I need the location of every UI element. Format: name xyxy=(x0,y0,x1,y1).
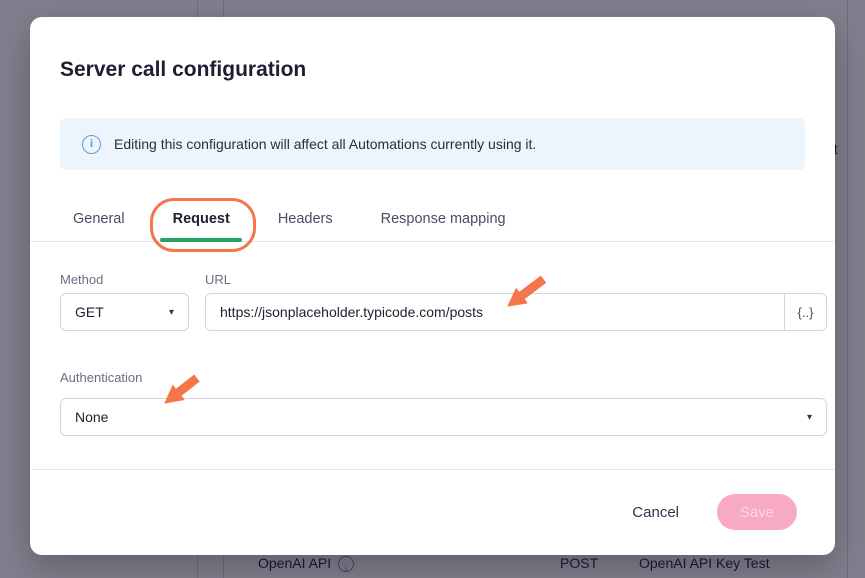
braces-icon: {..} xyxy=(798,305,814,320)
caret-down-icon: ▾ xyxy=(807,412,812,423)
tab-general[interactable]: General xyxy=(59,200,139,242)
tab-response-mapping[interactable]: Response mapping xyxy=(367,200,520,242)
cancel-button[interactable]: Cancel xyxy=(626,503,685,522)
info-banner-text: Editing this configuration will affect a… xyxy=(114,136,536,152)
info-banner: i Editing this configuration will affect… xyxy=(60,118,805,170)
method-label: Method xyxy=(60,272,103,287)
url-label: URL xyxy=(205,272,231,287)
save-button[interactable]: Save xyxy=(717,494,797,530)
footer-divider xyxy=(30,469,835,470)
screen: OpenAI API i POST OpenAI API Key Test et… xyxy=(0,0,865,578)
method-value: GET xyxy=(75,304,104,320)
tab-headers[interactable]: Headers xyxy=(264,200,347,242)
method-select[interactable]: GET ▾ xyxy=(60,293,189,331)
insert-variable-button[interactable]: {..} xyxy=(784,294,826,330)
tab-bar: General Request Headers Response mapping xyxy=(59,200,520,242)
url-input-group: {..} xyxy=(205,293,827,331)
url-input[interactable] xyxy=(206,294,784,330)
server-call-configuration-dialog: Server call configuration i Editing this… xyxy=(30,17,835,555)
dialog-title: Server call configuration xyxy=(60,58,306,82)
authentication-label: Authentication xyxy=(60,370,142,385)
authentication-select[interactable]: None ▾ xyxy=(60,398,827,436)
authentication-value: None xyxy=(75,409,108,425)
tab-request[interactable]: Request xyxy=(159,200,244,242)
dialog-footer: Cancel Save xyxy=(626,494,797,530)
info-icon: i xyxy=(82,135,101,154)
caret-down-icon: ▾ xyxy=(169,307,174,318)
